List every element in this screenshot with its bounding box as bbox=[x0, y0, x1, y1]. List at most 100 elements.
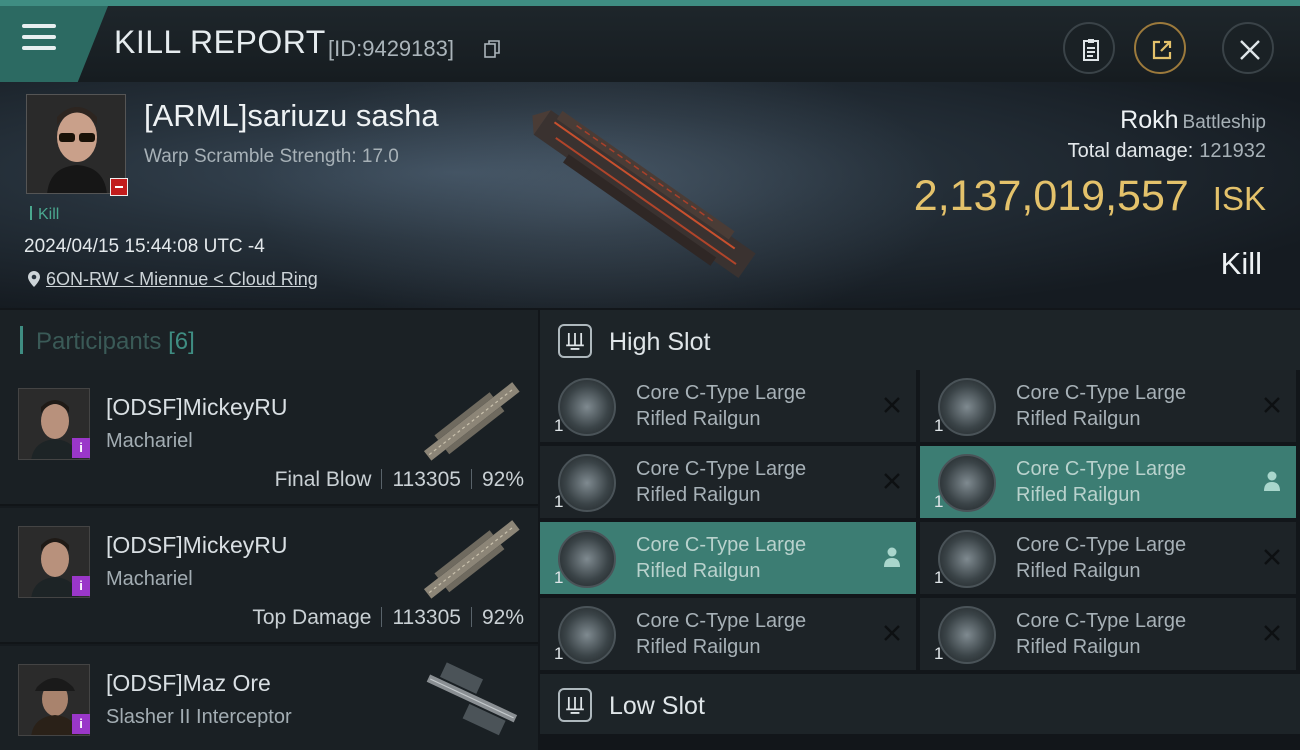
dropped-person-icon bbox=[884, 547, 900, 567]
victim-ship[interactable]: Rokh Battleship bbox=[1120, 106, 1266, 135]
participant-ship: Machariel bbox=[106, 568, 193, 590]
destroyed-icon bbox=[1264, 549, 1280, 565]
destroyed-icon bbox=[884, 397, 900, 413]
module-item[interactable]: 1 Core C-Type Large Rifled Railgun bbox=[920, 446, 1296, 518]
section-marker bbox=[20, 326, 23, 354]
module-item[interactable]: 1 Core C-Type Large Rifled Railgun bbox=[540, 370, 916, 442]
module-item[interactable]: 1 Core C-Type Large Rifled Railgun bbox=[920, 598, 1296, 670]
module-name-line1: Core C-Type Large bbox=[1016, 382, 1187, 404]
participant-name: [ODSF]Maz Ore bbox=[106, 670, 271, 696]
participant-ship: Machariel bbox=[106, 430, 193, 452]
participant-percent: 92% bbox=[481, 468, 524, 491]
info-badge[interactable]: i bbox=[72, 714, 90, 734]
warp-scramble-strength: Warp Scramble Strength: 17.0 bbox=[144, 146, 399, 167]
victim-ship-image[interactable] bbox=[520, 102, 760, 282]
total-damage-label: Total damage: bbox=[1067, 140, 1194, 162]
module-quantity: 1 bbox=[934, 568, 944, 587]
module-name-line1: Core C-Type Large bbox=[636, 458, 807, 480]
stat-separator bbox=[381, 469, 383, 489]
kill-datetime: 2024/04/15 15:44:08 UTC -4 bbox=[24, 236, 265, 257]
close-icon bbox=[1240, 40, 1260, 60]
low-slot-icon bbox=[558, 688, 592, 722]
report-button[interactable] bbox=[1063, 22, 1115, 74]
participants-header[interactable]: Participants [6] bbox=[0, 310, 538, 370]
ship-name: Rokh bbox=[1120, 106, 1179, 134]
participant-row[interactable]: i [ODSF]MickeyRU Machariel Final Blow 113… bbox=[0, 370, 538, 506]
participant-damage: 113305 bbox=[392, 606, 461, 629]
result-label: Kill bbox=[1220, 246, 1262, 281]
module-name-line2: Rifled Railgun bbox=[636, 408, 761, 430]
participants-title: Participants [6] bbox=[36, 328, 195, 356]
location-pin-icon bbox=[28, 271, 40, 287]
participant-row[interactable]: i [ODSF]MickeyRU Machariel Top Damage 113… bbox=[0, 508, 538, 644]
module-item[interactable]: 1 Core C-Type Large Rifled Railgun bbox=[920, 370, 1296, 442]
railgun-icon bbox=[558, 606, 616, 664]
ship-class: Battleship bbox=[1182, 112, 1266, 133]
module-name: Core C-Type Large Rifled Railgun bbox=[1016, 608, 1246, 660]
kill-tag: Kill bbox=[30, 206, 59, 224]
participant-ship-image bbox=[423, 520, 520, 599]
participant-ship-image bbox=[426, 662, 518, 736]
participants-panel: Participants [6] i [ODSF]MickeyRU Machar… bbox=[0, 310, 538, 750]
stat-separator bbox=[470, 607, 472, 627]
module-name-line2: Rifled Railgun bbox=[1016, 636, 1141, 658]
module-name: Core C-Type Large Rifled Railgun bbox=[636, 608, 866, 660]
low-slot-label: Low Slot bbox=[609, 692, 705, 720]
module-item[interactable]: 1 Core C-Type Large Rifled Railgun bbox=[540, 522, 916, 594]
low-slot-header: Low Slot bbox=[540, 674, 1300, 734]
kill-id: [ID:9429183] bbox=[328, 36, 454, 61]
menu-icon-bar bbox=[22, 35, 56, 39]
victim-banner: [ARML]sariuzu sasha Warp Scramble Streng… bbox=[0, 82, 1300, 308]
fitting-panel: High Slot 1 Core C-Type Large Rifled Rail… bbox=[540, 310, 1300, 750]
module-name-line1: Core C-Type Large bbox=[1016, 610, 1187, 632]
share-button[interactable] bbox=[1134, 22, 1186, 74]
railgun-icon bbox=[938, 606, 996, 664]
isk-unit: ISK bbox=[1212, 180, 1266, 217]
location-link[interactable]: 6ON-RW < Miennue < Cloud Ring bbox=[28, 269, 318, 290]
kill-tag-marker bbox=[30, 206, 32, 220]
module-name-line2: Rifled Railgun bbox=[1016, 560, 1141, 582]
dropped-person-icon bbox=[1264, 471, 1280, 491]
stat-separator bbox=[470, 469, 472, 489]
menu-icon-bar bbox=[22, 46, 56, 50]
destroyed-icon bbox=[884, 625, 900, 641]
module-name-line2: Rifled Railgun bbox=[1016, 484, 1141, 506]
module-name: Core C-Type Large Rifled Railgun bbox=[636, 532, 866, 584]
railgun-icon bbox=[938, 530, 996, 588]
module-name: Core C-Type Large Rifled Railgun bbox=[1016, 456, 1246, 508]
high-slot-header: High Slot bbox=[540, 310, 1300, 370]
module-item[interactable]: 1 Core C-Type Large Rifled Railgun bbox=[540, 446, 916, 518]
info-badge[interactable]: i bbox=[72, 576, 90, 596]
copy-icon[interactable] bbox=[484, 40, 500, 58]
module-quantity: 1 bbox=[554, 416, 564, 435]
clipboard-icon bbox=[1083, 39, 1099, 61]
module-name: Core C-Type Large Rifled Railgun bbox=[1016, 532, 1246, 584]
module-name-line2: Rifled Railgun bbox=[636, 560, 761, 582]
module-quantity: 1 bbox=[554, 492, 564, 511]
module-name-line2: Rifled Railgun bbox=[1016, 408, 1141, 430]
module-quantity: 1 bbox=[934, 644, 944, 663]
participant-stats: Final Blow 113305 92% bbox=[275, 468, 524, 492]
menu-button[interactable] bbox=[0, 6, 108, 82]
module-item[interactable]: 1 Core C-Type Large Rifled Railgun bbox=[540, 598, 916, 670]
module-quantity: 1 bbox=[554, 644, 564, 663]
module-name-line1: Core C-Type Large bbox=[636, 382, 807, 404]
railgun-icon bbox=[938, 454, 996, 512]
info-badge[interactable]: i bbox=[72, 438, 90, 458]
module-item[interactable]: 1 Core C-Type Large Rifled Railgun bbox=[920, 522, 1296, 594]
participant-row[interactable]: i [ODSF]Maz Ore Slasher II Interceptor bbox=[0, 646, 538, 750]
close-button[interactable] bbox=[1222, 22, 1274, 74]
victim-name[interactable]: [ARML]sariuzu sasha bbox=[144, 98, 439, 134]
module-name-line2: Rifled Railgun bbox=[636, 636, 761, 658]
kill-tag-label: Kill bbox=[38, 206, 60, 223]
participant-ship: Slasher II Interceptor bbox=[106, 706, 292, 728]
module-quantity: 1 bbox=[934, 416, 944, 435]
module-name-line2: Rifled Railgun bbox=[636, 484, 761, 506]
module-name: Core C-Type Large Rifled Railgun bbox=[1016, 380, 1246, 432]
railgun-icon bbox=[558, 530, 616, 588]
railgun-icon bbox=[558, 378, 616, 436]
module-name-line1: Core C-Type Large bbox=[1016, 458, 1187, 480]
menu-icon bbox=[22, 24, 56, 28]
total-damage-value: 121932 bbox=[1199, 140, 1266, 162]
module-name: Core C-Type Large Rifled Railgun bbox=[636, 456, 866, 508]
